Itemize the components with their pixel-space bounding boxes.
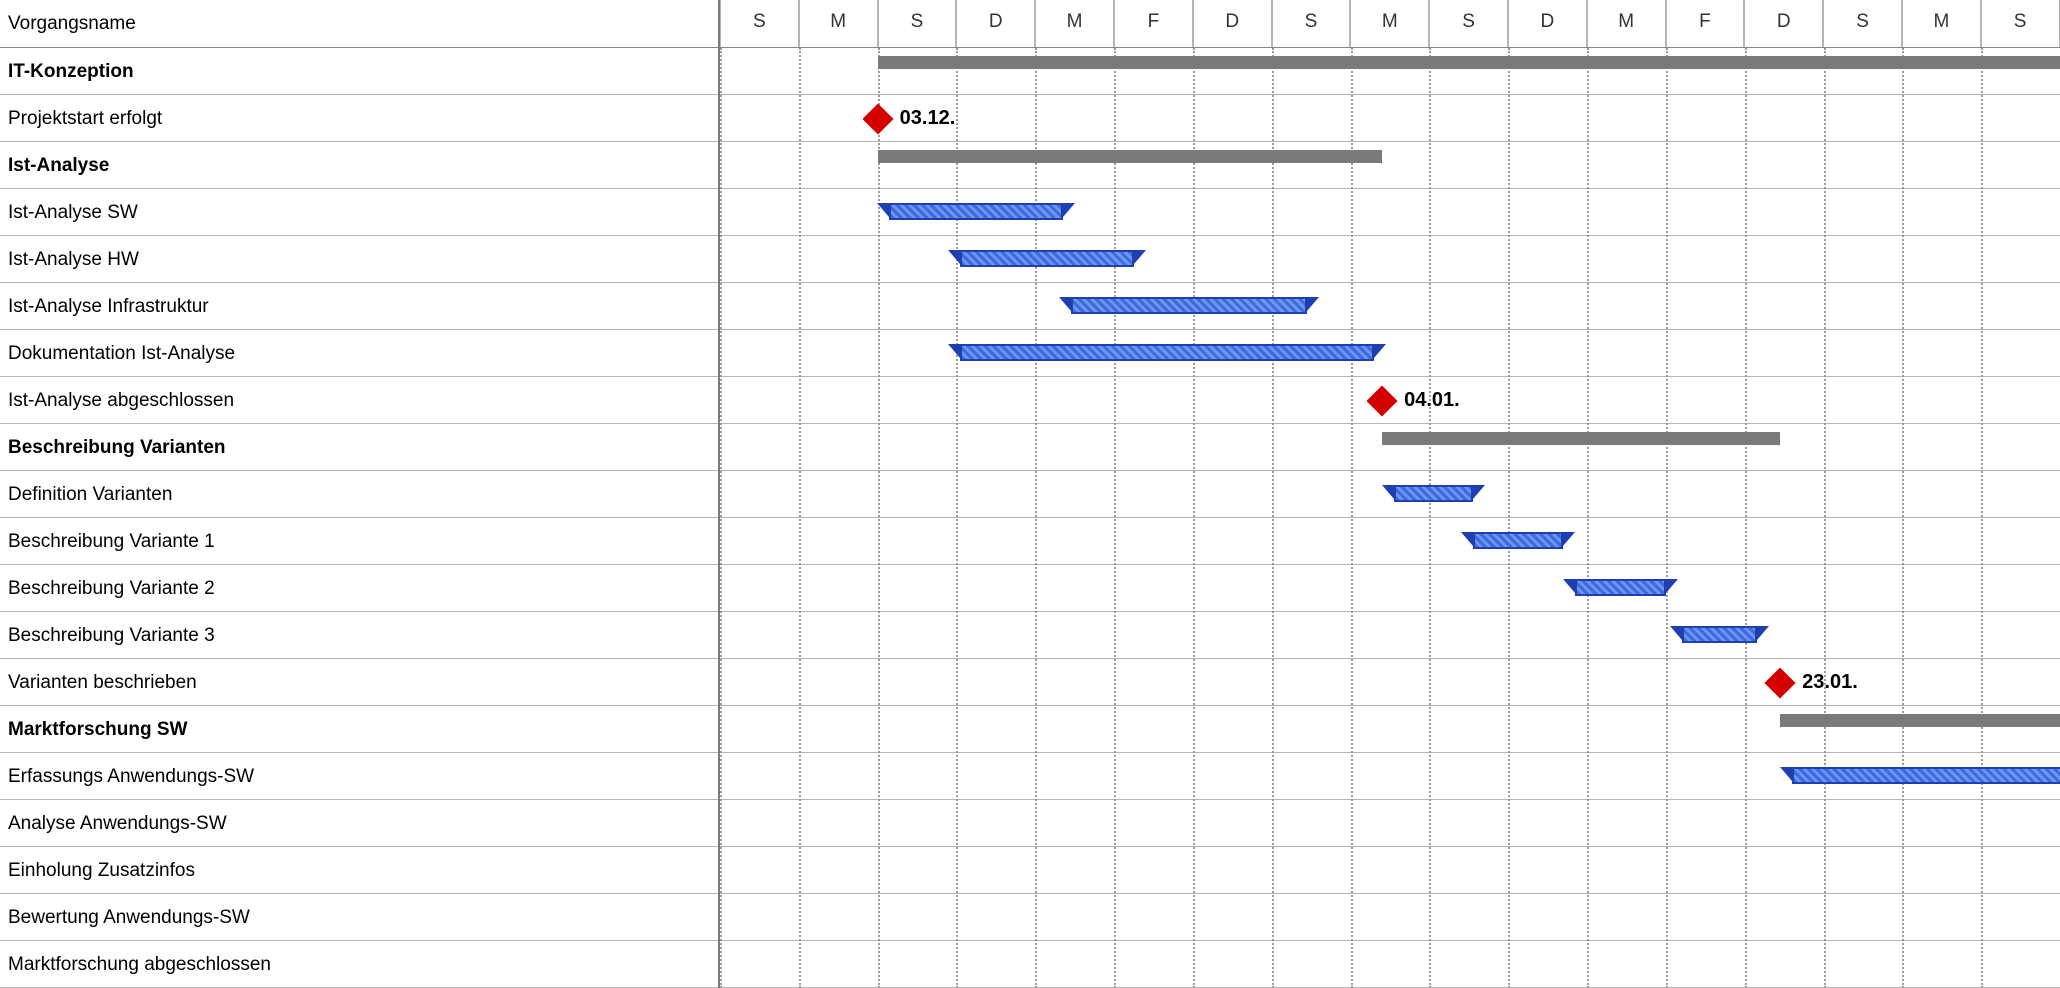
- day-header-cell: D: [956, 0, 1035, 47]
- gantt-row: [720, 142, 2060, 189]
- column-header-name: Vorgangsname: [0, 0, 718, 48]
- task-row[interactable]: IT-Konzeption: [0, 48, 718, 95]
- gantt-row: [720, 565, 2060, 612]
- task-row[interactable]: Analyse Anwendungs-SW: [0, 800, 718, 847]
- day-header-cell: S: [1823, 0, 1902, 47]
- task-row[interactable]: Beschreibung Variante 1: [0, 518, 718, 565]
- task-row[interactable]: Dokumentation Ist-Analyse: [0, 330, 718, 377]
- gantt-row: [720, 706, 2060, 753]
- day-header-cell: S: [1981, 0, 2060, 47]
- gantt-row: [720, 424, 2060, 471]
- day-header-cell: S: [1429, 0, 1508, 47]
- task-row[interactable]: Ist-Analyse HW: [0, 236, 718, 283]
- task-row[interactable]: Marktforschung SW: [0, 706, 718, 753]
- task-row[interactable]: Beschreibung Variante 2: [0, 565, 718, 612]
- day-header-cell: M: [799, 0, 878, 47]
- task-row[interactable]: Marktforschung abgeschlossen: [0, 941, 718, 988]
- gantt-row: [720, 753, 2060, 800]
- gantt-timeline-header: SMSDMFDSMSDMFDSMSD: [720, 0, 2060, 48]
- task-row[interactable]: Projektstart erfolgt: [0, 95, 718, 142]
- gantt-row: [720, 377, 2060, 424]
- task-row[interactable]: Beschreibung Variante 3: [0, 612, 718, 659]
- task-row[interactable]: Ist-Analyse SW: [0, 189, 718, 236]
- gantt-row: [720, 95, 2060, 142]
- gantt-chart: SMSDMFDSMSDMFDSMSD 03.12.04.01.23.01.: [720, 0, 2060, 988]
- task-row[interactable]: Beschreibung Varianten: [0, 424, 718, 471]
- gantt-row: [720, 330, 2060, 377]
- gantt-row: [720, 659, 2060, 706]
- day-header-cell: M: [1902, 0, 1981, 47]
- task-row[interactable]: Einholung Zusatzinfos: [0, 847, 718, 894]
- gantt-row: [720, 283, 2060, 330]
- day-header-cell: M: [1350, 0, 1429, 47]
- day-header-cell: D: [1744, 0, 1823, 47]
- day-header-cell: S: [720, 0, 799, 47]
- day-header-cell: F: [1666, 0, 1745, 47]
- day-header-cell: S: [1272, 0, 1351, 47]
- gantt-row: [720, 48, 2060, 95]
- task-row[interactable]: Ist-Analyse abgeschlossen: [0, 377, 718, 424]
- day-header-cell: M: [1035, 0, 1114, 47]
- gantt-row: [720, 518, 2060, 565]
- gantt-row: [720, 941, 2060, 988]
- task-list: Vorgangsname IT-KonzeptionProjektstart e…: [0, 0, 720, 988]
- gantt-row: [720, 612, 2060, 659]
- day-header-cell: D: [1193, 0, 1272, 47]
- day-header-cell: D: [1508, 0, 1587, 47]
- task-row[interactable]: Bewertung Anwendungs-SW: [0, 894, 718, 941]
- task-row[interactable]: Ist-Analyse: [0, 142, 718, 189]
- gantt-row: [720, 236, 2060, 283]
- gantt-row: [720, 800, 2060, 847]
- task-row[interactable]: Varianten beschrieben: [0, 659, 718, 706]
- task-row[interactable]: Erfassungs Anwendungs-SW: [0, 753, 718, 800]
- task-row[interactable]: Definition Varianten: [0, 471, 718, 518]
- gantt-row: [720, 894, 2060, 941]
- gantt-row: [720, 471, 2060, 518]
- day-header-cell: S: [878, 0, 957, 47]
- gantt-row: [720, 847, 2060, 894]
- day-header-cell: M: [1587, 0, 1666, 47]
- gantt-row: [720, 189, 2060, 236]
- task-row[interactable]: Ist-Analyse Infrastruktur: [0, 283, 718, 330]
- day-header-cell: F: [1114, 0, 1193, 47]
